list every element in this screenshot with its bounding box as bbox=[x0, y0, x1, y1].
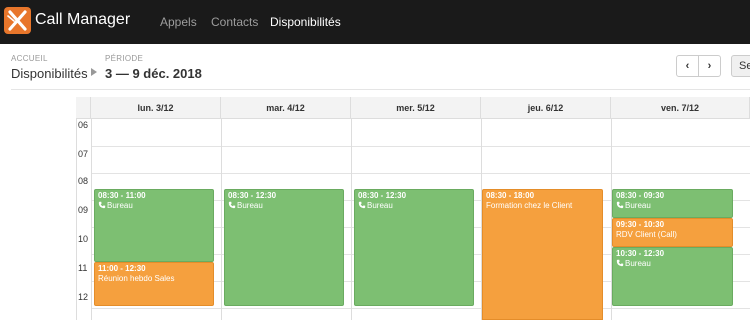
previous-week-button[interactable]: ‹ bbox=[676, 55, 699, 77]
chevron-left-icon: ‹ bbox=[685, 60, 690, 72]
day-divider bbox=[221, 119, 222, 320]
hour-label-12: 12 bbox=[78, 292, 89, 302]
event-title: Réunion hebdo Sales bbox=[98, 274, 175, 283]
day-header-monday: lun. 3/12 bbox=[91, 97, 221, 119]
event-title: Formation chez le Client bbox=[486, 201, 573, 210]
event-time: 08:30 - 18:00 bbox=[486, 191, 535, 200]
phone-icon bbox=[616, 259, 624, 267]
day-divider bbox=[351, 119, 352, 320]
hour-label-10: 10 bbox=[78, 234, 89, 244]
nav-item-appels[interactable]: Appels bbox=[160, 15, 197, 29]
hour-line bbox=[91, 173, 750, 174]
event-title: Bureau bbox=[107, 201, 133, 210]
event-time: 08:30 - 12:30 bbox=[228, 191, 277, 200]
event-tuesday-bureau[interactable]: 08:30 - 12:30 Bureau bbox=[224, 189, 344, 306]
event-title: Bureau bbox=[625, 259, 651, 268]
period-caption: PÉRIODE bbox=[105, 54, 144, 63]
nav-item-disponibilites[interactable]: Disponibilités bbox=[270, 15, 341, 29]
hour-label-09: 09 bbox=[78, 205, 89, 215]
header-divider bbox=[11, 89, 750, 90]
hour-label-06: 06 bbox=[78, 120, 89, 130]
event-time: 11:00 - 12:30 bbox=[98, 264, 146, 273]
hour-label-08: 08 bbox=[78, 176, 89, 186]
event-monday-bureau[interactable]: 08:30 - 11:00 Bureau bbox=[94, 189, 214, 262]
phone-icon bbox=[228, 201, 236, 209]
event-friday-bureau-morning[interactable]: 08:30 - 09:30 Bureau bbox=[612, 189, 733, 218]
event-title: RDV Client (Call) bbox=[616, 230, 677, 239]
event-friday-bureau-late[interactable]: 10:30 - 12:30 Bureau bbox=[612, 247, 733, 306]
event-time: 10:30 - 12:30 bbox=[616, 249, 665, 258]
day-header-tuesday: mar. 4/12 bbox=[221, 97, 351, 119]
event-title: Bureau bbox=[367, 201, 393, 210]
event-time: 08:30 - 12:30 bbox=[358, 191, 407, 200]
event-thursday-formation[interactable]: 08:30 - 18:00 Formation chez le Client bbox=[482, 189, 603, 320]
event-title: Bureau bbox=[625, 201, 651, 210]
call-manager-logo-icon[interactable] bbox=[4, 7, 31, 34]
hour-label-11: 11 bbox=[78, 263, 88, 273]
week-view-button[interactable]: Se bbox=[731, 55, 750, 77]
phone-icon bbox=[358, 201, 366, 209]
chevron-right-icon: › bbox=[707, 60, 712, 72]
period-value: 3 — 9 déc. 2018 bbox=[105, 66, 202, 81]
hour-label-07: 07 bbox=[78, 149, 89, 159]
hour-line bbox=[91, 308, 750, 309]
day-header-thursday: jeu. 6/12 bbox=[481, 97, 611, 119]
event-time: 08:30 - 11:00 bbox=[98, 191, 146, 200]
breadcrumb-arrow-icon bbox=[91, 68, 97, 76]
event-time: 09:30 - 10:30 bbox=[616, 220, 665, 229]
phone-icon bbox=[616, 201, 624, 209]
nav-item-contacts[interactable]: Contacts bbox=[211, 15, 258, 29]
breadcrumb-title[interactable]: Disponibilités bbox=[11, 66, 88, 81]
app-brand[interactable]: Call Manager bbox=[35, 11, 130, 29]
event-friday-rdv-client[interactable]: 09:30 - 10:30 RDV Client (Call) bbox=[612, 218, 733, 247]
hour-line bbox=[91, 146, 750, 147]
hour-column-header bbox=[76, 97, 91, 119]
event-title: Bureau bbox=[237, 201, 263, 210]
event-wednesday-bureau[interactable]: 08:30 - 12:30 Bureau bbox=[354, 189, 474, 306]
day-header-friday: ven. 7/12 bbox=[611, 97, 750, 119]
next-week-button[interactable]: › bbox=[698, 55, 721, 77]
breadcrumb-caption: ACCUEIL bbox=[11, 54, 48, 63]
event-time: 08:30 - 09:30 bbox=[616, 191, 665, 200]
day-header-wednesday: mer. 5/12 bbox=[351, 97, 481, 119]
hour-gutter-divider bbox=[91, 119, 92, 320]
event-monday-reunion[interactable]: 11:00 - 12:30 Réunion hebdo Sales bbox=[94, 262, 214, 306]
top-navbar: Call Manager Appels Contacts Disponibili… bbox=[0, 0, 750, 44]
phone-icon bbox=[98, 201, 106, 209]
